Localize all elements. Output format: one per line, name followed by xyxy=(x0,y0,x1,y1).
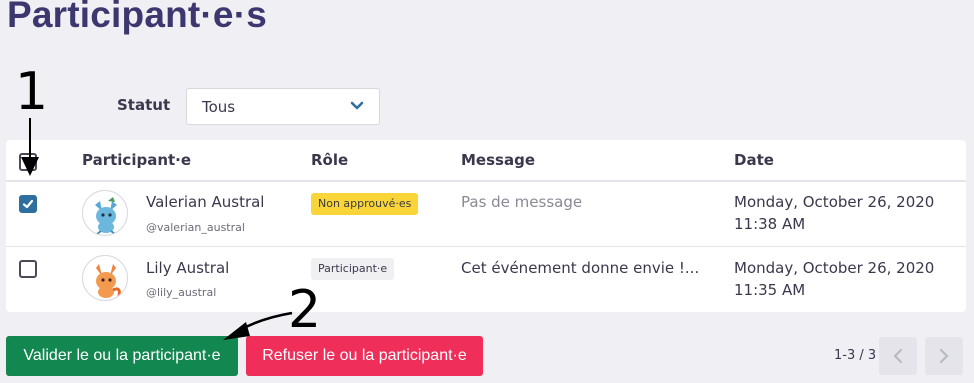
approve-participant-button[interactable]: Valider le ou la participant·e xyxy=(6,336,238,376)
column-header-participant: Participant·e xyxy=(82,151,192,169)
status-filter-label: Statut xyxy=(117,96,171,114)
avatar xyxy=(82,190,128,236)
row-checkbox[interactable] xyxy=(19,260,37,278)
role-badge: Non approuvé·es xyxy=(311,193,419,215)
participant-handle: @lily_austral xyxy=(146,286,217,299)
checkmark-icon xyxy=(22,199,34,209)
participant-message: Pas de message xyxy=(461,193,583,211)
participant-name: Lily Austral xyxy=(146,259,230,277)
avatar xyxy=(82,255,128,301)
participation-date-time: 11:35 AM xyxy=(734,281,806,299)
participation-date: Monday, October 26, 2020 11:35 AM xyxy=(734,257,934,301)
page-title: Participant·e·s xyxy=(7,0,268,35)
annotation-step-2: 2 xyxy=(288,280,322,340)
participant-name: Valerian Austral xyxy=(146,193,265,211)
previous-page-button[interactable] xyxy=(879,337,917,375)
header-divider xyxy=(6,180,966,182)
row-checkbox[interactable] xyxy=(19,195,37,213)
chevron-right-icon xyxy=(939,348,949,364)
row-divider xyxy=(6,246,966,247)
column-header-role: Rôle xyxy=(311,151,349,169)
participant-handle: @valerian_austral xyxy=(146,221,245,234)
column-header-message: Message xyxy=(461,151,535,169)
next-page-button[interactable] xyxy=(925,337,963,375)
participation-date-time: 11:38 AM xyxy=(734,215,806,233)
participants-table: Participant·e Rôle Message Date Valerian… xyxy=(6,140,966,312)
column-header-date: Date xyxy=(734,151,774,169)
orange-mascot-icon xyxy=(96,264,121,298)
select-all-checkbox[interactable] xyxy=(19,153,37,171)
status-filter-select[interactable]: Tous xyxy=(186,88,380,125)
chevron-left-icon xyxy=(893,348,903,364)
participation-date-day: Monday, October 26, 2020 xyxy=(734,259,935,277)
pagination-info: 1-3 / 3 xyxy=(834,348,877,363)
participation-date-day: Monday, October 26, 2020 xyxy=(734,193,935,211)
participation-date: Monday, October 26, 2020 11:38 AM xyxy=(734,191,934,235)
role-badge: Participant·e xyxy=(311,258,395,280)
reject-participant-button[interactable]: Refuser le ou la participant·e xyxy=(246,336,483,376)
status-filter-value: Tous xyxy=(202,98,236,116)
participant-message: Cet événement donne envie !... xyxy=(461,259,700,277)
annotation-step-1: 1 xyxy=(15,62,49,122)
blue-mascot-icon xyxy=(95,197,117,235)
chevron-down-icon xyxy=(350,101,364,110)
